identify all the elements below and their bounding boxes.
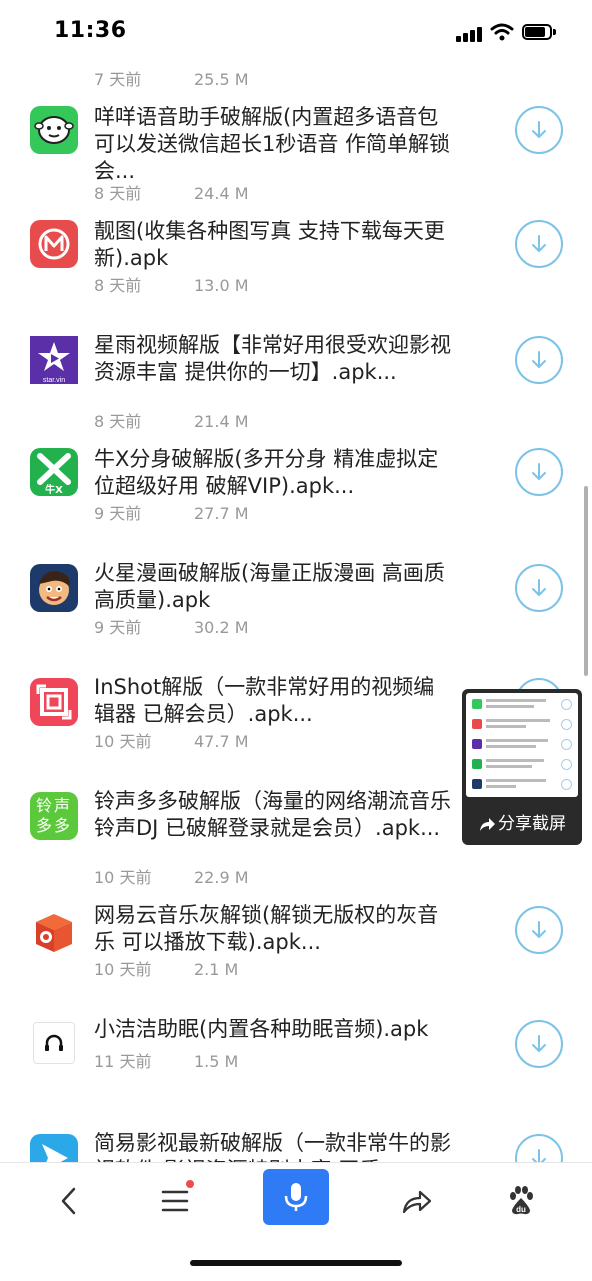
play-icon: [30, 1134, 78, 1162]
item-size: 25.5 M: [194, 70, 249, 89]
list-item-meta: 7 天前 25.5 M: [94, 66, 249, 90]
download-button[interactable]: [515, 106, 563, 154]
item-size: 24.4 M: [194, 184, 249, 203]
item-age: 9 天前: [94, 618, 142, 637]
headphones-icon: [33, 1022, 75, 1064]
item-meta: 10 天前 2.1 M: [94, 956, 238, 980]
item-title[interactable]: 牛X分身破解版(多开分身 精准虚拟定位超级好用 破解VIP).apk...: [94, 446, 454, 500]
item-meta: 8 天前 21.4 M: [94, 408, 249, 432]
item-age: 10 天前: [94, 868, 152, 887]
item-meta: 8 天前 13.0 M: [94, 272, 249, 296]
share-button[interactable]: [384, 1173, 450, 1229]
sheep-icon: [30, 106, 78, 154]
item-title[interactable]: 靓图(收集各种图写真 支持下载每天更新).apk: [94, 218, 454, 272]
download-button[interactable]: [515, 1134, 563, 1162]
item-age: 7 天前: [94, 70, 142, 89]
item-age: 10 天前: [94, 732, 152, 751]
download-button[interactable]: [515, 448, 563, 496]
download-button[interactable]: [515, 1020, 563, 1068]
item-title[interactable]: 小洁洁助眠(内置各种助眠音频).apk: [94, 1016, 454, 1043]
item-size: 47.7 M: [194, 732, 249, 751]
item-age: 10 天前: [94, 960, 152, 979]
item-title[interactable]: 简易影视最新破解版（一款非常牛的影视软件 影视资源特别丰富 画质...: [94, 1130, 454, 1162]
music-box-icon: [30, 908, 78, 956]
item-size: 21.4 M: [194, 412, 249, 431]
m-circle-icon: [30, 220, 78, 268]
star-video-icon: star.vin: [30, 336, 78, 384]
item-meta: 10 天前 47.7 M: [94, 728, 249, 752]
item-title[interactable]: 铃声多多破解版（海量的网络潮流音乐铃声DJ 已破解登录就是会员）.apk...: [94, 788, 454, 842]
baidu-button[interactable]: du: [488, 1173, 554, 1229]
item-title[interactable]: 星雨视频解版【非常好用很受欢迎影视资源丰富 提供你的一切】.apk...: [94, 332, 454, 386]
mic-icon: [284, 1183, 308, 1211]
ringtone-icon: 铃声多多: [30, 792, 78, 840]
download-button[interactable]: [515, 906, 563, 954]
menu-icon: [161, 1190, 189, 1212]
menu-button[interactable]: [142, 1173, 208, 1229]
item-title[interactable]: InShot解版（一款非常好用的视频编辑器 已解会员）.apk...: [94, 674, 454, 728]
scrollbar-thumb[interactable]: [584, 486, 588, 676]
inshot-icon: [30, 678, 78, 726]
notification-dot: [186, 1180, 194, 1188]
item-age: 8 天前: [94, 184, 142, 203]
share-screenshot-popup[interactable]: 分享截屏: [462, 689, 582, 845]
icon-text: 铃声多多: [35, 796, 72, 835]
download-button[interactable]: [515, 564, 563, 612]
share-screenshot-button[interactable]: 分享截屏: [462, 809, 582, 834]
share-screenshot-label: 分享截屏: [498, 814, 566, 834]
item-title[interactable]: 咩咩语音助手破解版(内置超多语音包 可以发送微信超长1秒语音 作简单解锁会...: [94, 104, 454, 185]
item-size: 22.9 M: [194, 868, 249, 887]
item-age: 11 天前: [94, 1052, 152, 1071]
share-icon: [402, 1190, 432, 1214]
icon-caption: 牛X: [45, 483, 63, 496]
item-age: 8 天前: [94, 276, 142, 295]
download-button[interactable]: [515, 336, 563, 384]
item-meta: 10 天前 22.9 M: [94, 864, 249, 888]
baidu-paw-icon: du: [510, 1186, 533, 1215]
item-meta: 9 天前 30.2 M: [94, 614, 249, 638]
app-list[interactable]: 7 天前 25.5 M 咩咩语音助手破解版(内置超多语音包 可以发送微信超长1秒语…: [0, 0, 592, 1162]
back-icon: [61, 1187, 76, 1215]
item-meta: 8 天前 24.4 M: [94, 180, 249, 204]
item-meta: 9 天前 27.7 M: [94, 500, 249, 524]
home-indicator[interactable]: [190, 1260, 402, 1266]
item-title[interactable]: 网易云音乐灰解锁(解锁无版权的灰音乐 可以播放下载).apk...: [94, 902, 454, 956]
item-size: 13.0 M: [194, 276, 249, 295]
item-size: 30.2 M: [194, 618, 249, 637]
item-age: 9 天前: [94, 504, 142, 523]
download-button[interactable]: [515, 220, 563, 268]
niux-icon: 牛X: [30, 448, 78, 496]
item-title[interactable]: 火星漫画破解版(海量正版漫画 高画质高质量).apk: [94, 560, 454, 614]
icon-caption: star.vin: [43, 377, 65, 384]
screenshot-thumbnail[interactable]: [466, 693, 578, 797]
cartoon-face-icon: [30, 564, 78, 612]
item-age: 8 天前: [94, 412, 142, 431]
item-size: 27.7 M: [194, 504, 249, 523]
voice-search-button[interactable]: [263, 1169, 329, 1225]
item-size: 2.1 M: [194, 960, 239, 979]
item-meta: 11 天前 1.5 M: [94, 1048, 238, 1072]
item-size: 1.5 M: [194, 1052, 239, 1071]
back-button[interactable]: [36, 1173, 102, 1229]
baidu-text: du: [516, 1205, 526, 1214]
share-arrow-icon: [480, 818, 495, 831]
